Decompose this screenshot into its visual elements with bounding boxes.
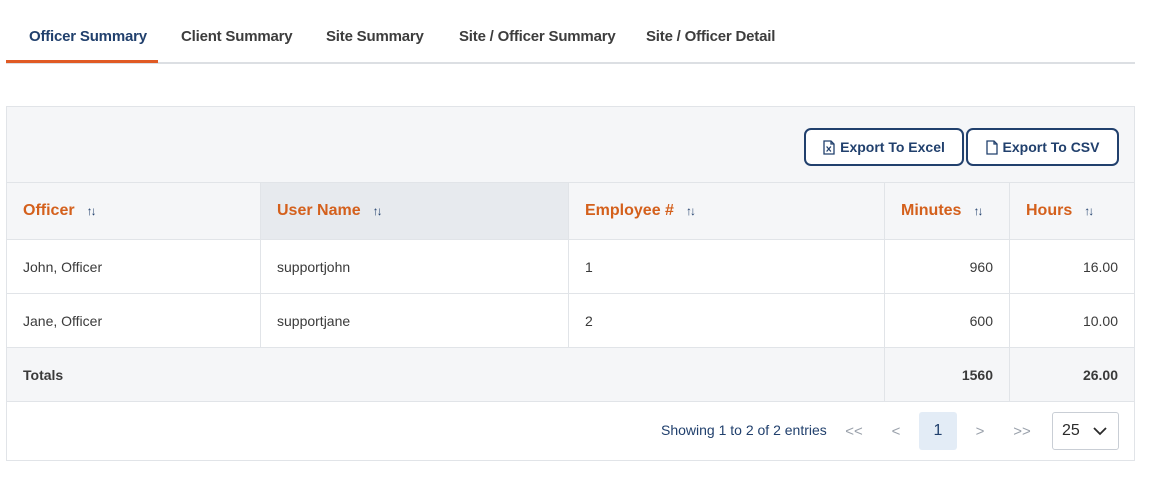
column-header-employee[interactable]: Employee # ↑↓: [569, 183, 885, 239]
officer-cell: John, Officer: [7, 240, 261, 293]
export-excel-label: Export To Excel: [840, 139, 945, 155]
page-size-value: 25: [1062, 422, 1080, 439]
employee-cell: 2: [569, 294, 885, 347]
sort-icon: ↑↓: [372, 204, 383, 218]
report-toolbar: Export To Excel Export To CSV: [7, 107, 1134, 183]
hours-cell: 10.00: [1082, 312, 1118, 329]
last-page-button[interactable]: >>: [1003, 412, 1041, 450]
totals-label: Totals: [7, 348, 885, 401]
report-tabs: Officer Summary Client Summary Site Summ…: [6, 14, 1135, 64]
officer-cell: Jane, Officer: [7, 294, 261, 347]
next-page-button[interactable]: >: [961, 412, 999, 450]
minutes-cell: 600: [885, 294, 1010, 347]
username-cell: supportjane: [261, 294, 569, 347]
column-header-label: Minutes: [901, 202, 962, 219]
column-header-minutes[interactable]: Minutes ↑↓: [885, 183, 1010, 239]
total-hours: 26.00: [1082, 366, 1118, 383]
column-header-label: Hours: [1026, 202, 1073, 219]
chevron-down-icon: [1093, 427, 1107, 436]
column-header-username[interactable]: User Name ↑↓: [261, 183, 569, 239]
column-header-label: Employee #: [585, 202, 674, 219]
totals-row: Totals 1560 26.00: [7, 348, 1134, 402]
username-cell: supportjohn: [261, 240, 569, 293]
table-header: Officer ↑↓ User Name ↑↓ Employee # ↑↓ Minut…: [7, 183, 1134, 240]
page-1-button[interactable]: 1: [919, 412, 957, 450]
pagination-bar: Showing 1 to 2 of 2 entries << < 1 > >> …: [7, 402, 1134, 460]
export-csv-button[interactable]: Export To CSV: [966, 128, 1119, 166]
minutes-cell: 960: [885, 240, 1010, 293]
sort-icon: ↑↓: [86, 204, 97, 218]
sort-icon: ↑↓: [973, 204, 983, 218]
tab-officer-summary[interactable]: Officer Summary: [29, 28, 147, 45]
page-size-select[interactable]: 25: [1052, 412, 1119, 450]
column-header-officer[interactable]: Officer ↑↓: [7, 183, 261, 239]
employee-cell: 1: [569, 240, 885, 293]
excel-file-icon: [823, 139, 835, 155]
tab-client-summary[interactable]: Client Summary: [181, 28, 293, 45]
column-header-label: User Name: [277, 202, 361, 219]
prev-page-button[interactable]: <: [877, 412, 915, 450]
table-row: John, Officer supportjohn 1 960 16.00: [7, 240, 1134, 294]
column-header-hours[interactable]: Hours ↑↓: [1010, 183, 1134, 239]
hours-cell: 16.00: [1082, 258, 1118, 275]
officer-summary-report: Export To Excel Export To CSV Officer ↑↓ …: [6, 106, 1135, 461]
first-page-button[interactable]: <<: [835, 412, 873, 450]
entries-info: Showing 1 to 2 of 2 entries: [661, 422, 827, 438]
table-row: Jane, Officer supportjane 2 600 10.00: [7, 294, 1134, 348]
export-csv-label: Export To CSV: [1002, 139, 1100, 155]
sort-icon: ↑↓: [1084, 204, 1094, 218]
export-excel-button[interactable]: Export To Excel: [804, 128, 964, 166]
active-tab-indicator: [6, 60, 158, 63]
tab-site-summary[interactable]: Site Summary: [326, 28, 424, 45]
sort-icon: ↑↓: [685, 204, 696, 218]
tab-site-officer-summary[interactable]: Site / Officer Summary: [459, 28, 616, 45]
tab-site-officer-detail[interactable]: Site / Officer Detail: [646, 28, 775, 45]
total-minutes: 1560: [885, 348, 1010, 401]
column-header-label: Officer: [23, 202, 75, 219]
file-icon: [985, 139, 998, 155]
